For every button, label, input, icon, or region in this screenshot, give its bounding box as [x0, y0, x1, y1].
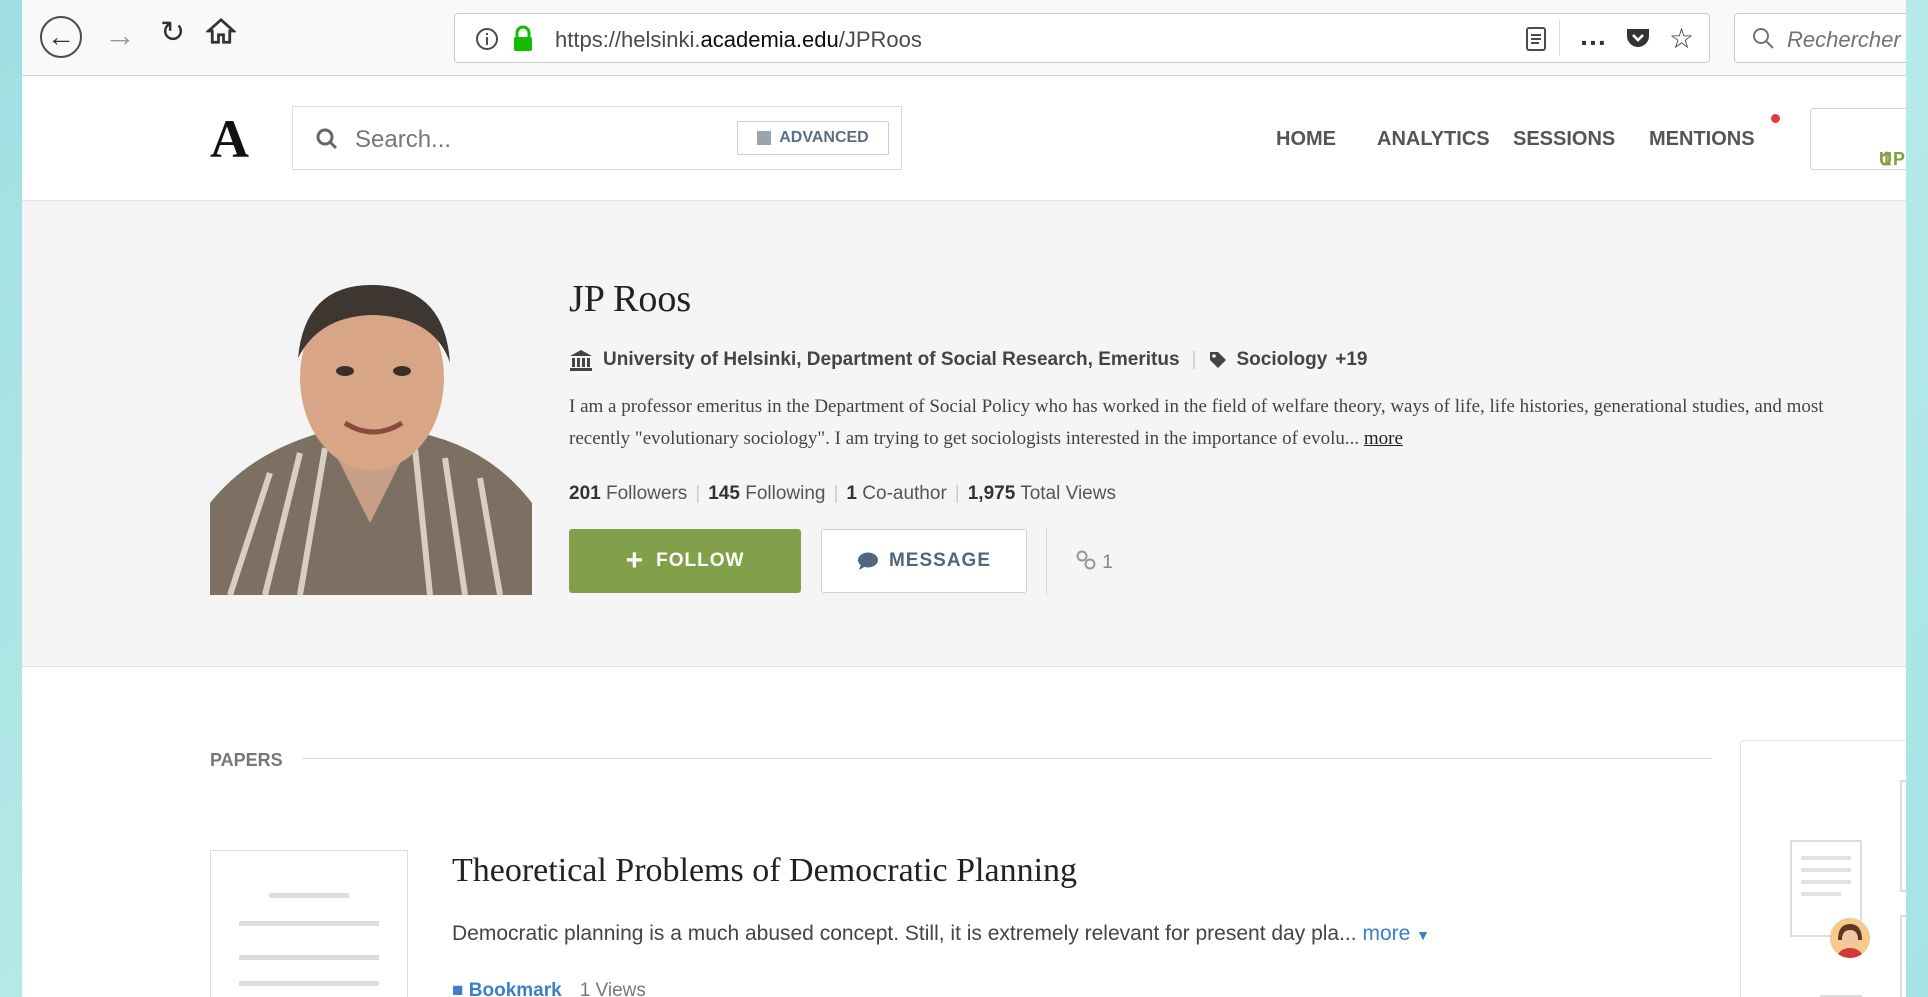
followers-stat[interactable]: 201 Followers: [569, 483, 687, 504]
button-divider: [1046, 527, 1047, 595]
paper-abstract-text: Democratic planning is a much abused con…: [452, 922, 1357, 945]
info-icon: [476, 28, 498, 50]
following-stat[interactable]: 145 Following: [708, 483, 825, 504]
tag-icon: [1210, 352, 1227, 368]
profile-name: JP Roos: [569, 278, 692, 320]
message-label: MESSAGE: [888, 550, 992, 571]
coauthor-link[interactable]: 1: [1075, 549, 1113, 574]
advanced-icon: [757, 131, 772, 145]
affiliation-separator: |: [1191, 349, 1197, 370]
bookmark-icon: ■: [452, 980, 464, 997]
home-icon: [204, 17, 238, 44]
nav-mentions[interactable]: MENTIONS: [1649, 128, 1755, 151]
research-interest-link[interactable]: Sociology: [1236, 349, 1327, 371]
papers-divider: [302, 758, 1712, 759]
paper-views: 1 Views: [579, 980, 646, 997]
profile-stats: 201 Followers | 145 Following | 1 Co-author |…: [569, 483, 1116, 504]
thumbnail-line: [239, 921, 379, 926]
profile-photo-image: [210, 273, 532, 595]
avatar-icon: [1830, 918, 1870, 958]
home-button[interactable]: [204, 16, 238, 52]
side-panel: [1740, 740, 1906, 997]
academia-logo[interactable]: A: [210, 112, 249, 166]
paper-thumbnail[interactable]: [210, 850, 408, 997]
paper-abstract: Democratic planning is a much abused con…: [452, 922, 1430, 946]
total-views-stat: 1,975 Total Views: [967, 483, 1116, 504]
nav-sessions[interactable]: SESSIONS: [1513, 128, 1615, 151]
affiliation-link[interactable]: University of Helsinki, Department of So…: [603, 349, 1180, 371]
advanced-label: ADVANCED: [779, 129, 869, 146]
back-button[interactable]: ←: [40, 16, 82, 58]
browser-toolbar: ← → ↻ https://helsinki.academia.edu/JPRo…: [22, 0, 1906, 76]
plus-icon: +: [625, 544, 645, 577]
profile-section: JP Roos University of Helsinki, Departme…: [22, 201, 1906, 667]
paper-title[interactable]: Theoretical Problems of Democratic Plann…: [452, 852, 1077, 890]
more-actions-icon[interactable]: …: [1579, 20, 1607, 52]
advanced-search-button[interactable]: ADVANCED: [737, 121, 889, 155]
nav-analytics[interactable]: ANALYTICS: [1377, 128, 1490, 151]
follow-button[interactable]: + FOLLOW: [569, 529, 801, 593]
bookmark-star-icon[interactable]: ☆: [1669, 22, 1694, 55]
paper-more-link[interactable]: more ▼: [1362, 922, 1430, 945]
message-button[interactable]: MESSAGE: [821, 529, 1027, 593]
reader-view-icon[interactable]: [1525, 26, 1547, 52]
chat-avatar[interactable]: [1830, 918, 1870, 958]
upload-label: UPL: [1879, 149, 1906, 169]
bookmark-button[interactable]: ■ Bookmark: [452, 980, 562, 997]
site-search-input[interactable]: Search... ADVANCED: [292, 106, 902, 170]
profile-affiliation-row: University of Helsinki, Department of So…: [569, 349, 1368, 371]
search-icon: [316, 128, 338, 150]
url-bar[interactable]: https://helsinki.academia.edu/JPRoos … ☆: [454, 13, 1710, 63]
thumbnail-line: [269, 893, 349, 898]
profile-photo: [210, 273, 532, 595]
coauthor-stat[interactable]: 1 Co-author: [846, 483, 946, 504]
search-icon: [1753, 28, 1774, 49]
caret-down-icon: ▼: [1416, 927, 1431, 943]
thumbnail-line: [239, 981, 379, 986]
reload-button[interactable]: ↻: [160, 18, 185, 48]
profile-bio: I am a professor emeritus in the Departm…: [569, 391, 1879, 455]
browser-window: ← → ↻ https://helsinki.academia.edu/JPRo…: [22, 0, 1906, 997]
speech-bubble-icon: [857, 552, 878, 570]
site-search-placeholder: Search...: [355, 126, 452, 153]
forward-button[interactable]: →: [104, 19, 136, 51]
research-interest-more[interactable]: +19: [1335, 349, 1367, 371]
url-bar-divider: [1559, 20, 1560, 56]
link-icon: [1076, 550, 1096, 570]
browser-search-box[interactable]: Rechercher: [1734, 13, 1906, 63]
paper-meta: ■ Bookmark 1 Views: [452, 980, 646, 997]
site-header: A Search... ADVANCED HOME ANALYTICS SESS…: [22, 76, 1906, 201]
lock-icon: [514, 25, 532, 51]
upload-button[interactable]: ↥ UPL: [1810, 108, 1906, 170]
bio-more-link[interactable]: more: [1364, 428, 1403, 449]
url-text: https://helsinki.academia.edu/JPRoos: [555, 27, 922, 52]
follow-label: FOLLOW: [656, 550, 745, 571]
bio-text: I am a professor emeritus in the Departm…: [569, 396, 1824, 449]
thumbnail-line: [239, 955, 379, 960]
documents-illustration-icon: [1790, 780, 1906, 997]
papers-section-label: PAPERS: [210, 750, 283, 770]
notification-dot: [1771, 114, 1780, 123]
pocket-icon[interactable]: [1625, 26, 1651, 50]
nav-home[interactable]: HOME: [1276, 128, 1336, 151]
browser-search-placeholder: Rechercher: [1787, 27, 1901, 52]
arrow-left-icon: ←: [47, 21, 75, 52]
institution-icon: [570, 350, 592, 371]
